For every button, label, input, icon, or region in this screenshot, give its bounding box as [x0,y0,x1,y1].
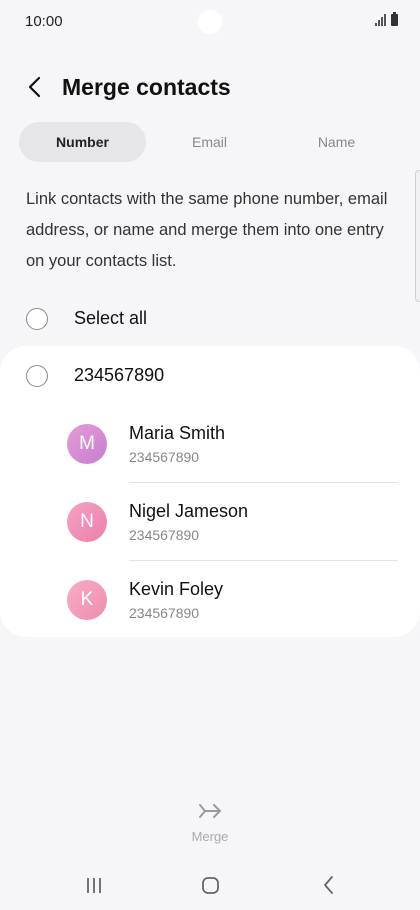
status-icons [375,12,398,26]
contact-name: Nigel Jameson [129,501,249,521]
system-back-button[interactable] [315,872,345,898]
status-time: 10:00 [25,13,63,30]
scroll-indicator[interactable] [415,170,420,302]
group-radio[interactable] [26,365,48,387]
status-bar: 10:00 [0,0,420,44]
front-camera-cutout [198,10,222,34]
divider [129,560,398,561]
signal-icon [375,14,386,26]
battery-icon [391,12,398,26]
contact-item[interactable]: M Maria Smith 234567890 [0,423,420,502]
contact-number: 234567890 [129,527,200,543]
select-all-label: Select all [74,308,148,328]
tab-name[interactable]: Name [273,122,400,162]
filter-tabs: Number Email Name [19,122,401,162]
avatar: M [67,424,107,464]
tab-email[interactable]: Email [146,122,273,162]
group-number: 234567890 [74,365,165,385]
merge-arrows-icon [199,804,221,818]
contact-name: Maria Smith [129,423,226,443]
contact-item[interactable]: K Kevin Foley 234567890 [0,579,420,658]
merge-label: Merge [191,829,229,844]
app-header: Merge contacts [0,66,420,110]
contact-number: 234567890 [129,449,200,465]
back-button[interactable] [20,72,50,102]
chevron-left-icon [28,76,41,98]
description-text: Link contacts with the same phone number… [26,190,388,270]
divider [129,482,398,483]
recent-apps-icon [87,878,101,893]
contact-number: 234567890 [129,605,200,621]
contact-group-card: 234567890 M Maria Smith 234567890 N Nige… [0,346,420,637]
merge-button[interactable]: Merge [180,800,240,850]
page-title: Merge contacts [62,74,231,100]
avatar: K [67,580,107,620]
avatar: N [67,502,107,542]
contact-item[interactable]: N Nigel Jameson 234567890 [0,501,420,580]
home-icon [202,877,219,894]
contact-name: Kevin Foley [129,579,224,599]
select-all-radio[interactable] [26,308,48,330]
back-icon [324,876,333,894]
select-all-row[interactable]: Select all [0,298,420,340]
home-button[interactable] [195,872,225,898]
recent-apps-button[interactable] [80,872,110,898]
system-navigation-bar [0,862,420,908]
tab-number[interactable]: Number [19,122,146,162]
